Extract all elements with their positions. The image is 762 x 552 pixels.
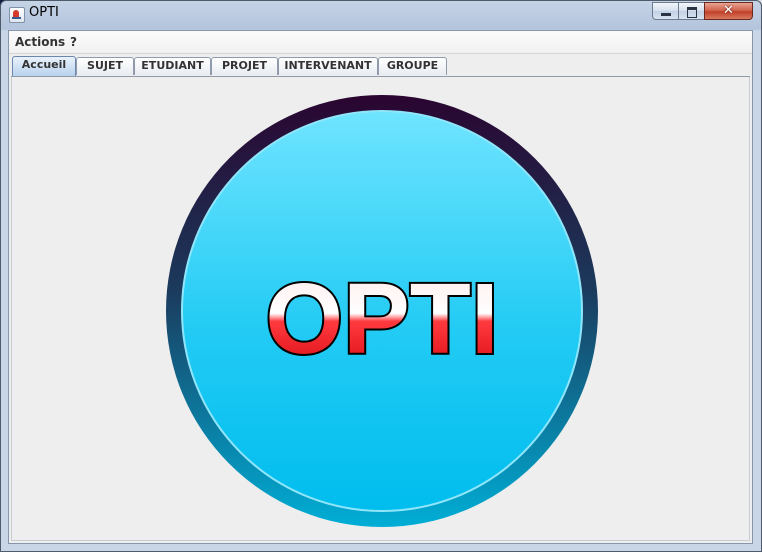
minimize-button[interactable] [652,2,679,20]
maximize-icon [687,7,697,18]
java-cup-icon[interactable] [9,7,25,23]
opti-logo: OPTI [166,95,598,527]
menu-bar: Actions ? [9,31,752,54]
menu-help[interactable]: ? [70,35,77,49]
close-button[interactable]: ✕ [704,2,753,20]
maximize-button[interactable] [678,2,705,20]
title-bar[interactable]: OPTI ✕ [1,1,761,27]
tab-etudiant[interactable]: ETUDIANT [134,57,211,75]
close-icon: ✕ [723,3,734,18]
tab-sujet[interactable]: SUJET [76,57,134,75]
menu-actions[interactable]: Actions [15,35,65,49]
home-panel: OPTI [11,77,750,541]
tab-intervenant[interactable]: INTERVENANT [278,57,378,75]
tab-groupe[interactable]: GROUPE [378,57,447,75]
application-window: OPTI ✕ Actions ? Accueil SUJET ETUDIANT … [0,0,762,552]
tab-strip: Accueil SUJET ETUDIANT PROJET INTERVENAN… [11,56,751,76]
tab-accueil[interactable]: Accueil [12,56,76,76]
tab-projet[interactable]: PROJET [211,57,278,75]
logo-text: OPTI [265,263,498,375]
window-title: OPTI [29,5,59,20]
client-area: Actions ? Accueil SUJET ETUDIANT PROJET … [8,30,753,544]
minimize-icon [661,13,671,16]
